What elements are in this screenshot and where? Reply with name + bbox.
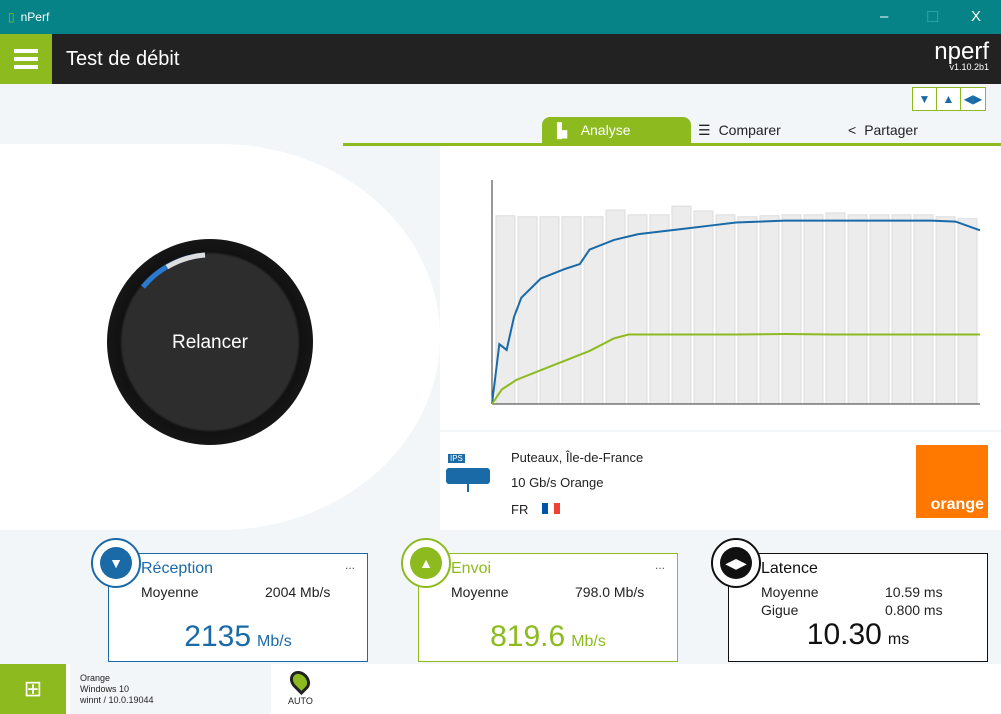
chart-bar (803, 214, 824, 405)
more-button[interactable]: ... (345, 558, 355, 572)
app-icon: ▯ (8, 10, 15, 24)
chart-bar (649, 214, 670, 405)
jitter-label: Gigue (761, 602, 799, 618)
network-icon[interactable]: ⊞ (0, 664, 66, 714)
chart-bar (693, 210, 714, 405)
build-label: winnt / 10.0.19044 (80, 695, 154, 705)
window-title: nPerf (20, 10, 50, 24)
os-label: Windows 10 (80, 684, 130, 694)
jitter-value: 0.800 ms (885, 602, 943, 618)
nperf-logo: nperf v1.10.2b1 (934, 38, 989, 72)
page-title: Test de débit (66, 48, 180, 70)
hamburger-menu-button[interactable] (0, 34, 52, 84)
avg-value: 798.0 Mb/s (575, 584, 645, 600)
chart-bar (737, 216, 758, 405)
server-name: 10 Gb/s Orange (511, 475, 604, 490)
location-mode[interactable]: AUTO (286, 666, 315, 706)
download-icon: ▼ (100, 547, 132, 579)
card-title: Latence (761, 560, 818, 577)
france-flag-icon (541, 503, 560, 514)
upload-card[interactable]: ▲ Envoi ... Moyenne 798.0 Mb/s 819.6 Mb/s (401, 538, 678, 662)
chart-bar (869, 214, 890, 405)
chart-bar (715, 214, 736, 405)
chart-bar (495, 215, 516, 405)
avg-value: 10.59 ms (885, 584, 943, 600)
tab-label: Analyse (580, 122, 631, 138)
mode-label: AUTO (288, 696, 313, 706)
server-icon: IPS (446, 454, 490, 498)
connection-info: Orange Windows 10 winnt / 10.0.19044 (70, 664, 271, 714)
chart-bar (627, 214, 648, 405)
avg-value: 2004 Mb/s (265, 584, 331, 600)
more-button[interactable]: ... (655, 558, 665, 572)
isp-label: Orange (80, 673, 111, 683)
download-speed: 2135 Mb/s (184, 620, 292, 653)
tab-label: Comparer (718, 122, 781, 138)
server-location: Puteaux, Île-de-France (511, 450, 644, 465)
latency-value: 10.30 ms (806, 618, 910, 651)
chart-bar (847, 214, 868, 405)
toggle-latency-button[interactable]: ◀▶ (961, 88, 985, 110)
chart-bar (935, 216, 956, 405)
tab-analyse[interactable]: ▐▖ Analyse (542, 117, 691, 143)
card-title: Envoi (451, 560, 492, 577)
upload-speed: 819.6 Mb/s (490, 620, 606, 653)
download-card[interactable]: ▼ Réception ... Moyenne 2004 Mb/s 2135 Mb… (91, 538, 368, 662)
chart-bar (671, 205, 692, 405)
orange-logo: orange (916, 445, 988, 518)
toggle-download-button[interactable]: ▼ (913, 88, 937, 110)
chart-bar (891, 214, 912, 405)
relaunch-button[interactable]: Relancer (107, 239, 313, 445)
app-header: Test de débit nperf v1.10.2b1 (0, 34, 1001, 84)
chart-bar (561, 216, 582, 405)
chart-toggle-group: ▼ ▲ ◀▶ (912, 87, 986, 111)
chart-bar (825, 212, 846, 405)
chart-bar (957, 218, 978, 405)
avg-label: Moyenne (451, 584, 509, 600)
toggle-upload-button[interactable]: ▲ (937, 88, 961, 110)
card-title: Réception (141, 560, 214, 577)
speed-chart (440, 146, 1001, 430)
location-pin-icon (286, 666, 315, 696)
share-icon: < (848, 122, 857, 138)
title-bar: ▯ nPerf – ☐ X (0, 0, 1001, 34)
bar-chart-icon: ▐▖ (552, 121, 573, 138)
chart-bar (539, 216, 560, 405)
compare-icon: ☰ (698, 121, 711, 138)
chart-bar (781, 214, 802, 405)
maximize-button[interactable]: ☐ (926, 8, 939, 26)
server-country: FR (511, 502, 560, 517)
tab-comparer[interactable]: ☰ Comparer (688, 117, 838, 143)
avg-label: Moyenne (141, 584, 199, 600)
tab-label: Partager (864, 122, 918, 138)
chart-bar (759, 215, 780, 405)
latency-card[interactable]: ◀▶ Latence Moyenne 10.59 ms Gigue 0.800 … (711, 538, 988, 662)
avg-label: Moyenne (761, 584, 819, 600)
chart-bar (913, 214, 934, 405)
server-info: IPS Puteaux, Île-de-France 10 Gb/s Orang… (440, 432, 1001, 530)
upload-icon: ▲ (410, 547, 442, 579)
tab-bar: ▐▖ Analyse ☰ Comparer < Partager (343, 117, 1001, 146)
tab-partager[interactable]: < Partager (838, 117, 988, 143)
latency-icon: ◀▶ (720, 547, 752, 579)
minimize-button[interactable]: – (880, 8, 888, 25)
footer: ⊞ Orange Windows 10 winnt / 10.0.19044 A… (0, 664, 1001, 714)
close-button[interactable]: X (971, 8, 981, 25)
relaunch-label: Relancer (171, 332, 249, 353)
